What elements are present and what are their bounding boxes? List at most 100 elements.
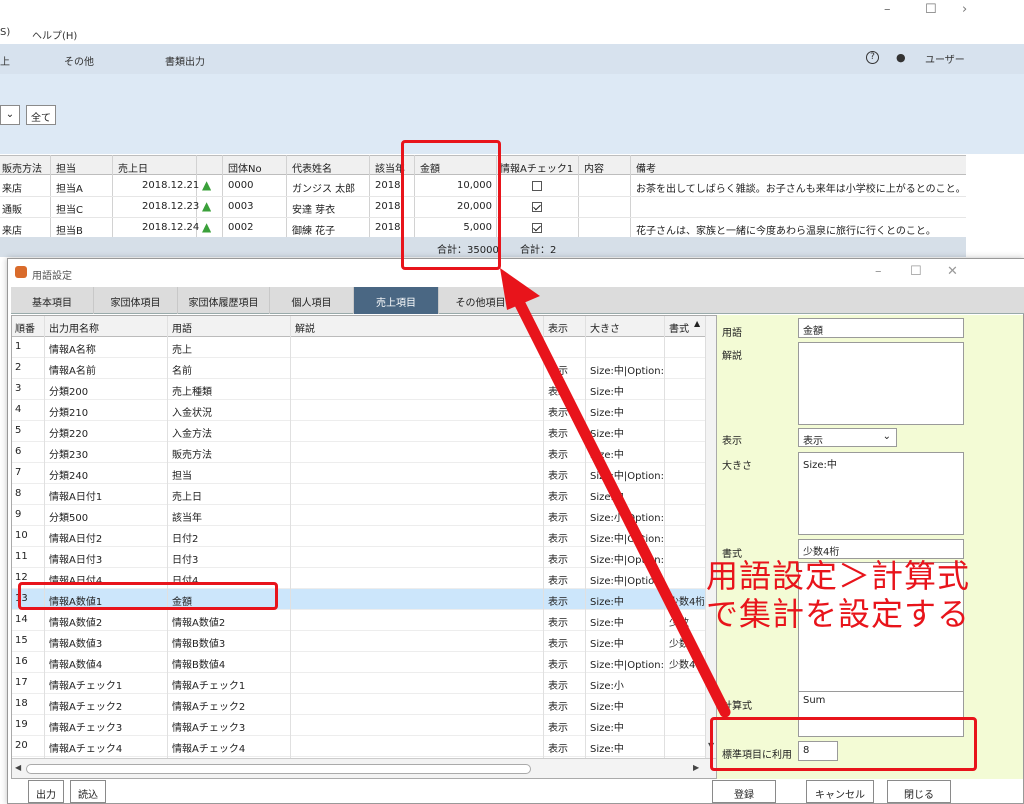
col-header[interactable]: 売上日 [118, 160, 148, 175]
tab-household[interactable]: 家団体項目 [94, 287, 178, 314]
close-button[interactable]: ✕ [947, 264, 958, 279]
cell-output-name: 分類230 [49, 450, 89, 461]
list-item[interactable]: 7 分類240 担当 表示 Size:中|Option:i [12, 463, 705, 484]
list-item[interactable]: 15 情報A数値3 情報B数値3 表示 Size:中 少数 [12, 631, 705, 652]
list-item[interactable]: 16 情報A数値4 情報B数値4 表示 Size:中|Option: 少数4 [12, 652, 705, 673]
col-header[interactable]: 情報Aチェック1 [500, 160, 573, 175]
menu-item-partial[interactable]: S) [0, 27, 10, 38]
tab-bar: 基本項目 家団体項目 家団体履歴項目 個人項目 売上項目 その他項目 [11, 287, 1024, 314]
cell-term: 該当年 [172, 513, 202, 524]
list-item[interactable]: 4 分類210 入金状況 表示 Size:中 [12, 400, 705, 421]
tab-sales[interactable]: 売上項目 [354, 287, 439, 314]
tab-other[interactable]: その他項目 [439, 287, 523, 314]
list-item[interactable]: 19 情報Aチェック3 情報Aチェック3 表示 Size:中 [12, 715, 705, 736]
cell-size: Size:中 [590, 639, 624, 650]
scroll-thumb[interactable] [26, 764, 531, 774]
show-select[interactable]: 表示 ⌄ [798, 428, 897, 447]
checkbox-checked[interactable] [532, 202, 542, 212]
list-item[interactable]: 20 情報Aチェック4 情報Aチェック4 表示 Size:中 [12, 736, 705, 757]
desc-field[interactable] [798, 342, 964, 425]
vertical-scrollbar[interactable]: ▼ [705, 316, 716, 758]
check-cell[interactable] [532, 202, 542, 215]
horizontal-scrollbar[interactable]: ◀ ▶ [12, 758, 716, 778]
minimize-button[interactable]: – [875, 264, 882, 279]
list-item[interactable]: 2 情報A名前 名前 表示 Size:中|Option:i [12, 358, 705, 379]
minimize-button[interactable]: – [884, 2, 891, 17]
cell-output-name: 分類210 [49, 408, 89, 419]
col-header[interactable]: 順番 [15, 320, 35, 335]
desc-label: 解説 [722, 351, 742, 362]
list-item[interactable]: 8 情報A日付1 売上日 表示 Size:中 [12, 484, 705, 505]
col-header[interactable]: 用語 [172, 320, 192, 335]
cell-output-name: 情報A名称 [49, 345, 96, 356]
format-field[interactable]: 少数4桁 [798, 539, 964, 559]
maximize-button[interactable]: ☐ [910, 264, 922, 279]
list-item[interactable]: 14 情報A数値2 情報A数値2 表示 Size:中 少数 [12, 610, 705, 631]
cell-show: 表示 [548, 744, 568, 755]
all-button[interactable]: 全て [26, 105, 56, 125]
list-item[interactable]: 9 分類500 該当年 表示 Size:小|Option: [12, 505, 705, 526]
close-button[interactable]: › [962, 2, 967, 17]
sort-up-icon[interactable]: ▲ [694, 319, 700, 328]
cell-output-name: 情報A数値2 [49, 618, 103, 629]
list-item[interactable]: 5 分類220 入金方法 表示 Size:中 [12, 421, 705, 442]
cell-name: ガンジス 太郎 [292, 184, 356, 195]
output-button[interactable]: 出力 [28, 780, 64, 803]
col-header[interactable]: 内容 [584, 160, 604, 175]
col-header[interactable]: 解説 [295, 320, 315, 335]
list-item[interactable]: 1 情報A名称 売上 [12, 337, 705, 358]
tab-personal[interactable]: 個人項目 [270, 287, 354, 314]
help-icon[interactable]: ? [866, 51, 879, 64]
cell-order: 14 [15, 614, 28, 625]
toolbar-item-other[interactable]: その他 [64, 53, 94, 68]
filter-dropdown-chevron-icon[interactable]: ⌄ [0, 105, 20, 125]
toolbar-item-partial[interactable]: 上 [0, 53, 10, 68]
user-menu[interactable]: ユーザー [925, 51, 965, 66]
col-header[interactable]: 備考 [636, 160, 656, 175]
col-header[interactable]: 出力用名称 [49, 320, 99, 335]
list-item[interactable]: 6 分類230 販売方法 表示 Size:中 [12, 442, 705, 463]
size-field[interactable]: Size:中 [798, 452, 964, 535]
col-header[interactable]: 表示 [548, 320, 568, 335]
cell-show: 表示 [548, 702, 568, 713]
scroll-right-icon[interactable]: ▶ [693, 763, 699, 772]
col-header[interactable]: 書式 [669, 320, 689, 335]
cell-term: 販売方法 [172, 450, 212, 461]
cell-order: 5 [15, 425, 22, 436]
toolbar-item-docs[interactable]: 書類出力 [165, 53, 205, 68]
list-item[interactable]: 18 情報Aチェック2 情報Aチェック2 表示 Size:中 [12, 694, 705, 715]
col-header[interactable]: 団体No [228, 160, 262, 175]
cell-size: Size:中|Option: [590, 660, 663, 671]
cell-order: 4 [15, 404, 22, 415]
list-item[interactable]: 17 情報Aチェック1 情報Aチェック1 表示 Size:小 [12, 673, 705, 694]
checkbox-unchecked[interactable] [532, 181, 542, 191]
col-header[interactable]: 大きさ [590, 320, 620, 335]
maximize-button[interactable]: ☐ [925, 2, 937, 17]
check-cell[interactable] [532, 223, 542, 236]
col-header[interactable]: 代表姓名 [292, 160, 332, 175]
cell-term: 情報A数値2 [172, 618, 226, 629]
cell-order: 6 [15, 446, 22, 457]
list-item[interactable]: 10 情報A日付2 日付2 表示 Size:中|Option: [12, 526, 705, 547]
cell-show: 表示 [548, 555, 568, 566]
cell-order: 1 [15, 341, 22, 352]
cell-order: 17 [15, 677, 28, 688]
tab-household-history[interactable]: 家団体履歴項目 [178, 287, 270, 314]
list-item[interactable]: 11 情報A日付3 日付3 表示 Size:中|Option: [12, 547, 705, 568]
dialog-close-button[interactable]: 閉じる [887, 780, 951, 803]
col-header[interactable]: 販売方法 [2, 160, 42, 175]
register-button[interactable]: 登録 [712, 780, 776, 803]
scroll-left-icon[interactable]: ◀ [15, 763, 21, 772]
term-field[interactable]: 金額 [798, 318, 964, 338]
user-icon[interactable]: ● [896, 51, 906, 64]
list-item[interactable]: 3 分類200 売上種類 表示 Size:中 [12, 379, 705, 400]
cancel-button[interactable]: キャンセル [806, 780, 874, 803]
col-header[interactable]: 担当 [56, 160, 76, 175]
import-button[interactable]: 読込 [70, 780, 106, 803]
menu-item-help[interactable]: ヘルプ(H) [32, 27, 77, 42]
cell-order: 7 [15, 467, 22, 478]
checkbox-checked[interactable] [532, 223, 542, 233]
dialog-titlebar: 用語設定 – ☐ ✕ [8, 259, 1024, 287]
tab-basic[interactable]: 基本項目 [11, 287, 94, 314]
check-cell[interactable] [532, 181, 542, 194]
